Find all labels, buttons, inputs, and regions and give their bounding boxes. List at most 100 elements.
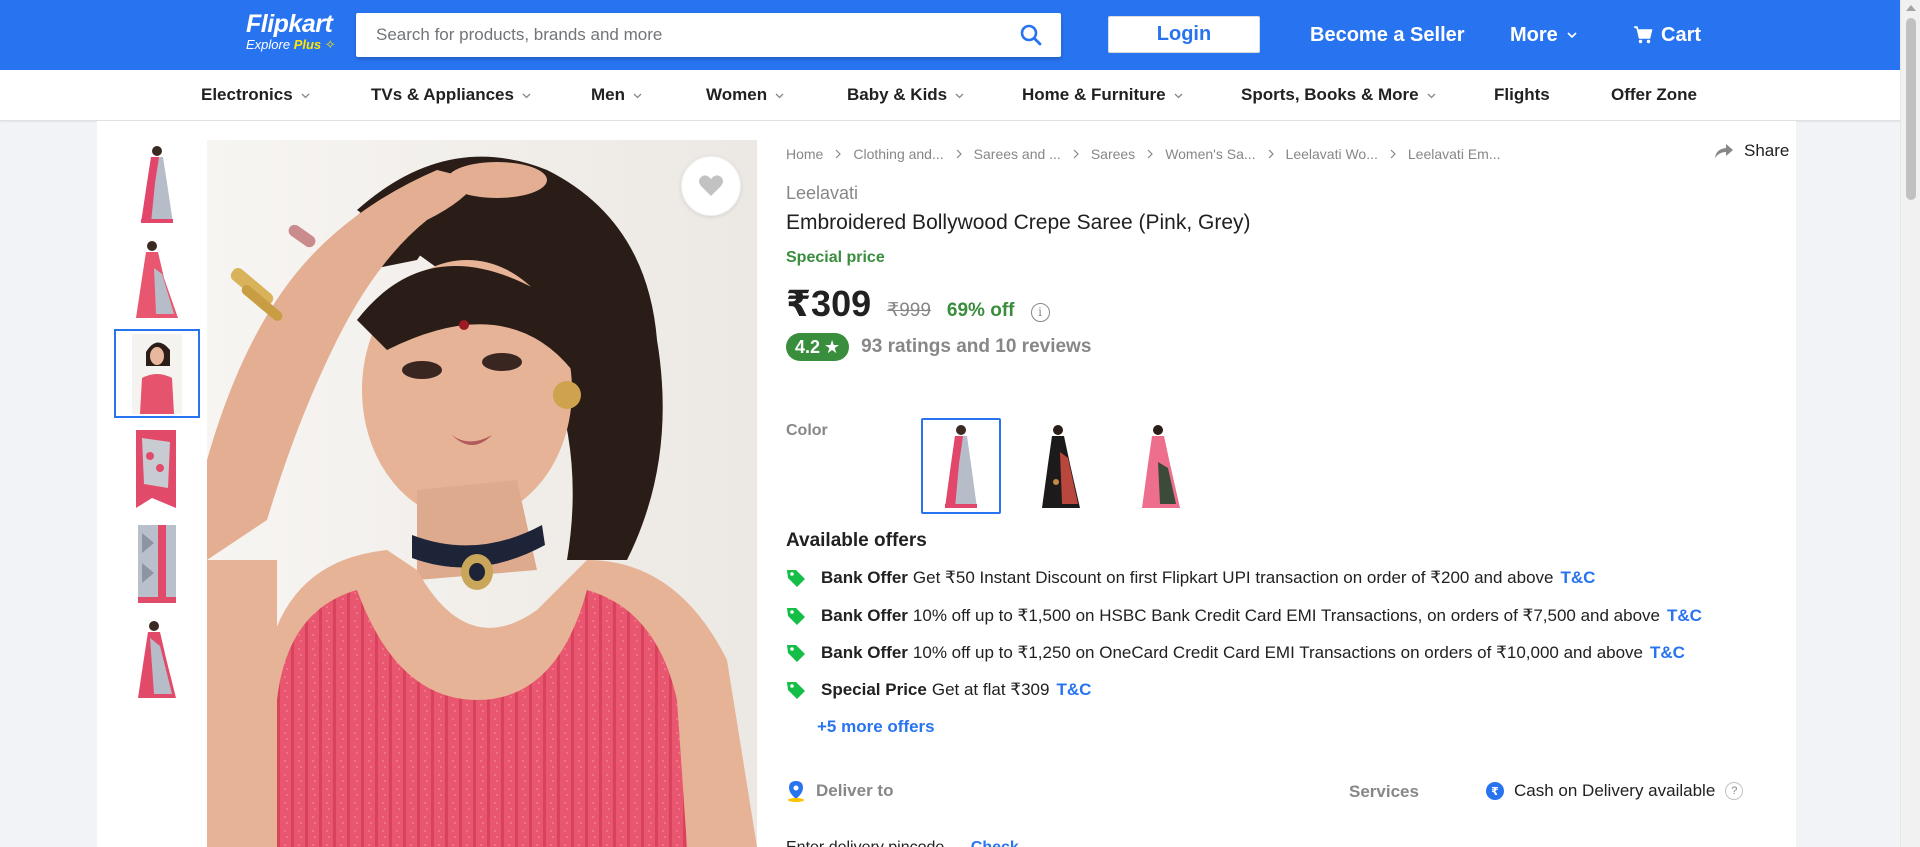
- chevron-down-icon: [301, 93, 310, 98]
- login-button[interactable]: Login: [1108, 16, 1260, 53]
- color-swatch-pink-grey[interactable]: [921, 418, 1001, 514]
- category-men[interactable]: Men: [591, 85, 642, 105]
- chevron-right-icon: [835, 149, 842, 159]
- model-saree-image: [207, 140, 757, 847]
- search-input[interactable]: [356, 13, 996, 57]
- breadcrumb-item[interactable]: Sarees and ...: [974, 146, 1061, 162]
- thumbnail-1[interactable]: [114, 139, 200, 228]
- category-label: Women: [706, 85, 768, 104]
- category-bar: Electronics TVs & Appliances Men Women B…: [0, 70, 1920, 121]
- chevron-down-icon: [1427, 93, 1436, 98]
- search-icon: [1020, 24, 1042, 46]
- original-price: ₹999: [887, 300, 931, 321]
- chevron-down-icon: [775, 93, 784, 98]
- offer-tag-icon: [786, 643, 808, 663]
- plus-icon: ✧: [324, 37, 336, 52]
- category-label: Offer Zone: [1611, 85, 1697, 104]
- category-label: Electronics: [201, 85, 293, 104]
- tnc-link[interactable]: T&C: [1056, 680, 1091, 700]
- offer-type: Special Price: [821, 680, 927, 699]
- swatch-image: [1042, 425, 1080, 508]
- offer-item: Bank Offer 10% off up to ₹1,250 on OneCa…: [786, 643, 1685, 663]
- product-brand[interactable]: Leelavati: [786, 183, 858, 204]
- offer-type: Bank Offer: [821, 568, 908, 587]
- help-icon[interactable]: ?: [1725, 782, 1744, 800]
- thumbnail-6[interactable]: [114, 614, 200, 703]
- thumbnail-3[interactable]: [114, 329, 200, 418]
- cod-text: Cash on Delivery available: [1514, 781, 1716, 800]
- tnc-link[interactable]: T&C: [1561, 568, 1596, 588]
- saree-thumbnail-image: [138, 620, 176, 698]
- tnc-link[interactable]: T&C: [1650, 643, 1685, 663]
- rupee-icon: ₹: [1486, 782, 1504, 800]
- become-seller-link[interactable]: Become a Seller: [1310, 22, 1465, 48]
- thumbnail-4[interactable]: [114, 424, 200, 513]
- chevron-right-icon: [1147, 149, 1154, 159]
- breadcrumb-item[interactable]: Women's Sa...: [1165, 146, 1255, 162]
- category-tvs-appliances[interactable]: TVs & Appliances: [371, 85, 531, 105]
- breadcrumb-item[interactable]: Home: [786, 146, 823, 162]
- scrollbar-thumb[interactable]: [1906, 18, 1916, 200]
- category-electronics[interactable]: Electronics: [201, 85, 310, 105]
- logo-subtext: Explore Plus ✧: [246, 38, 336, 52]
- search-bar: [356, 13, 1061, 57]
- cart-link[interactable]: Cart: [1633, 22, 1701, 48]
- info-icon[interactable]: i: [1030, 303, 1050, 322]
- chevron-down-icon: [955, 93, 964, 98]
- breadcrumb-item[interactable]: Clothing and...: [853, 146, 943, 162]
- chevron-down-icon: [1567, 32, 1577, 39]
- breadcrumb-item[interactable]: Leelavati Em...: [1408, 146, 1501, 162]
- deliver-to: Deliver to: [786, 780, 893, 802]
- color-swatch-black[interactable]: [1021, 418, 1101, 514]
- discount-percent: 69% off: [946, 300, 1015, 321]
- offer-text: Get at flat ₹309: [931, 680, 1050, 699]
- cart-icon: [1634, 26, 1653, 44]
- chevron-right-icon: [1073, 149, 1079, 159]
- category-women[interactable]: Women: [706, 85, 784, 105]
- breadcrumb-item[interactable]: Leelavati Wo...: [1286, 146, 1378, 162]
- thumbnail-5[interactable]: [114, 519, 200, 608]
- flipkart-logo[interactable]: Flipkart Explore Plus ✧: [246, 10, 336, 52]
- offer-item: Special Price Get at flat ₹309 T&C: [786, 680, 1091, 700]
- location-pin-icon: [788, 781, 804, 802]
- logo-text: Flipkart: [246, 10, 333, 38]
- chevron-down-icon: [1174, 93, 1183, 98]
- saree-thumbnail-image: [141, 145, 173, 223]
- offer-text: 10% off up to ₹1,500 on HSBC Bank Credit…: [912, 606, 1661, 625]
- share-button[interactable]: Share: [1714, 141, 1789, 161]
- category-baby-kids[interactable]: Baby & Kids: [847, 85, 964, 105]
- offer-type: Bank Offer: [821, 606, 908, 625]
- pincode-hint: Enter delivery pincode: [786, 839, 944, 847]
- rating-badge[interactable]: 4.2 ★: [786, 333, 850, 361]
- price-row: ₹309 ₹999 69% off i: [786, 283, 1050, 325]
- tnc-link[interactable]: T&C: [1667, 606, 1702, 626]
- search-button[interactable]: [1001, 13, 1061, 57]
- category-flights[interactable]: Flights: [1494, 85, 1550, 105]
- category-sports-books[interactable]: Sports, Books & More: [1241, 85, 1436, 105]
- thumbnail-2[interactable]: [114, 234, 200, 323]
- swatch-image: [1142, 425, 1180, 508]
- offer-text: Get ₹50 Instant Discount on first Flipka…: [912, 568, 1554, 587]
- more-menu[interactable]: More: [1510, 22, 1577, 48]
- logo-explore: Explore: [246, 37, 291, 52]
- color-swatch-pink[interactable]: [1121, 418, 1201, 514]
- scroll-up-arrow[interactable]: [1906, 5, 1916, 11]
- product-main-image[interactable]: [207, 140, 757, 847]
- scrollbar[interactable]: [1900, 0, 1920, 847]
- more-offers-link[interactable]: +5 more offers: [817, 717, 935, 737]
- check-link[interactable]: Check: [971, 839, 1019, 847]
- offer-tag-icon: [786, 606, 808, 626]
- deliver-to-label: Deliver to: [816, 781, 894, 800]
- category-offer-zone[interactable]: Offer Zone: [1611, 85, 1697, 105]
- share-icon: [1715, 144, 1733, 158]
- breadcrumb: Home Clothing and... Sarees and ... Sare…: [786, 146, 1501, 162]
- wishlist-button[interactable]: [681, 156, 741, 216]
- breadcrumb-item[interactable]: Sarees: [1091, 146, 1135, 162]
- pincode-row[interactable]: Enter delivery pincode Check: [786, 839, 1019, 847]
- ratings-reviews-count[interactable]: 93 ratings and 10 reviews: [861, 336, 1091, 358]
- category-home-furniture[interactable]: Home & Furniture: [1022, 85, 1183, 105]
- saree-thumbnail-image: [136, 429, 176, 508]
- chevron-right-icon: [1390, 149, 1396, 159]
- offer-text: 10% off up to ₹1,250 on OneCard Credit C…: [912, 643, 1644, 662]
- rating-value: 4.2: [795, 337, 821, 357]
